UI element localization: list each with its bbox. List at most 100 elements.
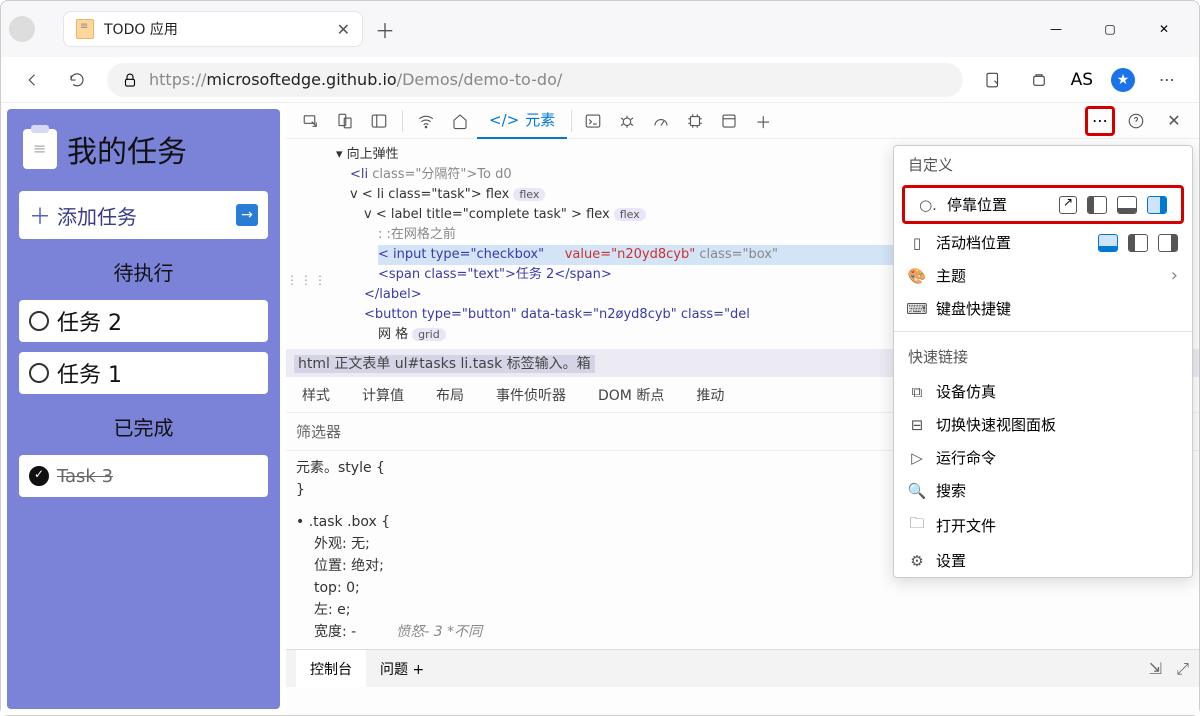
- layout-tab[interactable]: 布局: [420, 377, 480, 412]
- expand-drawer-icon[interactable]: ⤢: [1176, 659, 1189, 679]
- activity-bar-item[interactable]: ▯ 活动档位置: [894, 226, 1192, 259]
- toggle-quickview-item[interactable]: ⊟切换快速视图面板: [894, 408, 1192, 441]
- favorite-star-icon[interactable]: [1111, 68, 1135, 92]
- task-text: 任务 2: [57, 305, 122, 337]
- issues-tab[interactable]: 问题 +: [366, 650, 438, 687]
- settings-item[interactable]: ⚙设置: [894, 544, 1192, 577]
- menu-section-quick: 快速链接: [894, 338, 1192, 375]
- task-item[interactable]: 任务 1: [19, 352, 268, 394]
- folder-icon: 🗀: [908, 513, 926, 538]
- url-text: https://microsoftedge.github.io/Demos/de…: [149, 70, 562, 89]
- drawer-bar: 控制台 问题 + ⇲ ⤢: [286, 649, 1199, 687]
- code-icon: </>: [489, 111, 519, 129]
- search-item[interactable]: 🔍搜索: [894, 474, 1192, 507]
- window-controls: — ▢ ✕: [1039, 12, 1191, 46]
- profile-avatar[interactable]: [9, 16, 35, 42]
- task-text: 任务 1: [57, 357, 122, 389]
- collections-icon[interactable]: [1025, 66, 1053, 94]
- home-icon[interactable]: [443, 106, 477, 136]
- wifi-icon[interactable]: [409, 106, 443, 136]
- close-window-button[interactable]: ✕: [1147, 12, 1181, 46]
- task-checkbox[interactable]: [29, 363, 49, 383]
- app-title: 我的任务: [67, 127, 187, 171]
- shortcuts-item[interactable]: ⌨ 键盘快捷键: [894, 292, 1192, 325]
- styles-tab[interactable]: 样式: [286, 377, 346, 412]
- elements-tab[interactable]: </> 元素: [477, 103, 567, 139]
- elements-tab-label: 元素: [525, 109, 555, 130]
- close-devtools-icon[interactable]: ✕: [1157, 106, 1191, 136]
- done-label: 已完成: [19, 412, 268, 441]
- drag-handle-icon[interactable]: ⋮⋮⋮: [286, 273, 328, 287]
- props-tab[interactable]: 推动: [680, 377, 740, 412]
- device-emulation-item[interactable]: ⧉设备仿真: [894, 375, 1192, 408]
- title-bar: TODO 应用 ✕ ＋ — ▢ ✕: [1, 1, 1199, 57]
- back-button[interactable]: [19, 66, 47, 94]
- add-tab-icon[interactable]: ＋: [746, 106, 780, 136]
- computed-tab[interactable]: 计算值: [346, 377, 420, 412]
- application-icon[interactable]: [712, 106, 746, 136]
- task-item-done[interactable]: Task 3: [19, 455, 268, 497]
- refresh-button[interactable]: [63, 66, 91, 94]
- content-area: 我的任务 ＋ 添加任务 → 待执行 任务 2 任务 1 已完成 Task 3: [1, 103, 1199, 715]
- minimize-button[interactable]: —: [1039, 12, 1073, 46]
- split-icon: ⊟: [908, 416, 926, 434]
- plus-icon: ＋: [29, 199, 51, 231]
- lock-icon: [121, 71, 139, 89]
- add-task-button[interactable]: ＋ 添加任务 →: [19, 191, 268, 239]
- tab-close-icon[interactable]: ✕: [337, 20, 350, 39]
- dom-breakpoints-tab[interactable]: DOM 断点: [582, 377, 680, 412]
- profile-badge[interactable]: AS: [1071, 70, 1093, 90]
- undock-icon[interactable]: [1059, 196, 1077, 214]
- activity-left-icon[interactable]: [1128, 234, 1148, 252]
- run-command-item[interactable]: ▷运行命令: [894, 441, 1192, 474]
- app-header: 我的任务: [19, 121, 268, 181]
- dock-position-item[interactable]: ○. 停靠位置: [905, 188, 1181, 221]
- memory-icon[interactable]: [678, 106, 712, 136]
- task-text: Task 3: [57, 466, 113, 487]
- dock-bottom-icon[interactable]: [1117, 196, 1137, 214]
- address-bar: https://microsoftedge.github.io/Demos/de…: [1, 57, 1199, 103]
- pending-label: 待执行: [19, 257, 268, 286]
- inspect-icon[interactable]: [294, 106, 328, 136]
- browser-window: TODO 应用 ✕ ＋ — ▢ ✕ https://microsoftedge.…: [0, 0, 1200, 716]
- new-tab-button[interactable]: ＋: [375, 15, 395, 44]
- task-item[interactable]: 任务 2: [19, 300, 268, 342]
- keyboard-icon: ⌨: [908, 300, 926, 318]
- palette-icon: 🎨: [908, 267, 926, 285]
- device-icon[interactable]: [328, 106, 362, 136]
- console-icon[interactable]: [576, 106, 610, 136]
- browser-tab[interactable]: TODO 应用 ✕: [63, 11, 363, 47]
- favicon-icon: [76, 19, 94, 39]
- more-icon: ⋯: [1092, 111, 1108, 130]
- theme-item[interactable]: 🎨 主题: [894, 259, 1192, 292]
- customize-menu: 自定义 ○. 停靠位置 ▯ 活动档位置: [893, 145, 1193, 578]
- search-icon: 🔍: [908, 482, 926, 500]
- performance-icon[interactable]: [644, 106, 678, 136]
- dock-drawer-icon[interactable]: ⇲: [1149, 659, 1162, 679]
- menu-section-custom: 自定义: [894, 146, 1192, 183]
- clipboard-icon: [23, 129, 57, 169]
- url-field[interactable]: https://microsoftedge.github.io/Demos/de…: [107, 63, 963, 97]
- task-checkbox-done[interactable]: [29, 466, 49, 486]
- gear-icon: ⚙: [908, 552, 926, 570]
- maximize-button[interactable]: ▢: [1093, 12, 1127, 46]
- activity-right-icon[interactable]: [1158, 234, 1178, 252]
- dock-right-icon[interactable]: [1147, 196, 1167, 214]
- task-checkbox[interactable]: [29, 311, 49, 331]
- bug-icon[interactable]: [610, 106, 644, 136]
- event-listeners-tab[interactable]: 事件侦听器: [480, 377, 582, 412]
- console-tab[interactable]: 控制台: [296, 650, 366, 687]
- submit-arrow-icon[interactable]: →: [236, 204, 258, 226]
- panel-icon[interactable]: [362, 106, 396, 136]
- help-icon[interactable]: [1119, 106, 1153, 136]
- browser-menu-button[interactable]: ⋯: [1153, 66, 1181, 94]
- activity-bottom-icon[interactable]: [1098, 234, 1118, 252]
- open-file-item[interactable]: 🗀打开文件: [894, 507, 1192, 544]
- more-menu-button-highlighted[interactable]: ⋯: [1085, 106, 1115, 136]
- dock-left-icon[interactable]: [1087, 196, 1107, 214]
- play-icon: ▷: [908, 449, 926, 467]
- app-panel: 我的任务 ＋ 添加任务 → 待执行 任务 2 任务 1 已完成 Task 3: [1, 103, 286, 715]
- chevron-right-icon: [1171, 265, 1178, 286]
- devtools-toolbar: </> 元素 ＋ ⋯ ✕: [286, 103, 1199, 139]
- edit-page-icon[interactable]: [979, 66, 1007, 94]
